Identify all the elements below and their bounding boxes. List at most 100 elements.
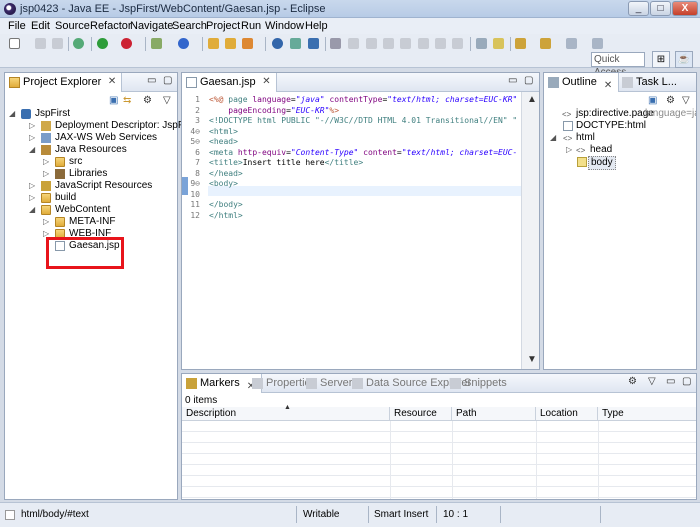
column-type[interactable]: Type — [598, 407, 696, 421]
menu-navigate[interactable]: Navigate — [130, 20, 173, 32]
code-line[interactable]: </html> — [209, 211, 243, 221]
next-annotation-icon[interactable] — [515, 38, 526, 49]
tab-snippets[interactable]: Snippets — [446, 374, 513, 393]
resume-icon[interactable] — [348, 38, 359, 49]
tab-project-explorer[interactable]: Project Explorer ✕ — [5, 73, 123, 92]
maximize-button[interactable]: □ — [650, 1, 671, 16]
step-into-icon[interactable] — [418, 38, 429, 49]
collapse-all-icon[interactable]: ▣ — [109, 95, 118, 106]
expand-toggle-icon[interactable]: ▷ — [29, 192, 35, 204]
suspend-icon[interactable] — [366, 38, 377, 49]
terminate-icon[interactable] — [383, 38, 394, 49]
menu-project[interactable]: Project — [206, 20, 240, 32]
column-location[interactable]: Location — [536, 407, 598, 421]
close-icon[interactable]: ✕ — [262, 76, 270, 87]
previous-annotation-icon[interactable] — [540, 38, 551, 49]
expand-toggle-icon[interactable]: ◢ — [550, 132, 556, 144]
expand-toggle-icon[interactable]: ▷ — [29, 132, 35, 144]
collapse-all-icon[interactable]: ▣ — [648, 95, 657, 106]
open-resource-icon[interactable] — [225, 38, 236, 49]
view-menu-icon[interactable]: ⚙ — [666, 95, 675, 106]
tab-task-list[interactable]: Task L... — [618, 73, 683, 92]
highlight-icon[interactable] — [493, 38, 504, 49]
step-over-icon[interactable] — [435, 38, 446, 49]
menu-edit[interactable]: Edit — [31, 20, 50, 32]
code-line[interactable]: pageEncoding="EUC-KR"%> — [209, 106, 339, 116]
menu-window[interactable]: Window — [265, 20, 304, 32]
code-line[interactable]: <html> — [209, 127, 238, 137]
maximize-view-icon[interactable]: ▢ — [682, 376, 691, 387]
new-icon[interactable] — [9, 38, 20, 49]
minimize-view-icon[interactable]: ▭ — [666, 376, 675, 387]
step-return-icon[interactable] — [452, 38, 463, 49]
build-icon[interactable] — [242, 38, 253, 49]
expand-toggle-icon[interactable]: ▷ — [43, 168, 49, 180]
save-icon[interactable] — [35, 38, 46, 49]
open-perspective-icon[interactable]: ⊞ — [652, 51, 670, 68]
expand-toggle-icon[interactable]: ◢ — [9, 108, 15, 120]
quick-access-input[interactable]: Quick Access — [591, 52, 645, 78]
print-icon[interactable] — [52, 38, 63, 49]
expand-toggle-icon[interactable]: ▷ — [29, 120, 35, 132]
code-line[interactable]: <meta http-equiv="Content-Type" content=… — [209, 148, 517, 158]
maximize-view-icon[interactable]: ▢ — [163, 75, 172, 86]
view-dropdown-icon[interactable]: ▽ — [682, 95, 690, 106]
menu-file[interactable]: File — [8, 20, 26, 32]
code-line[interactable]: <head> — [209, 137, 238, 147]
external-tools-icon[interactable] — [121, 38, 132, 49]
code-line[interactable]: <!DOCTYPE html PUBLIC "-//W3C//DTD HTML … — [209, 116, 517, 126]
close-window-button[interactable]: X — [672, 1, 698, 16]
tab-gaesan-jsp[interactable]: Gaesan.jsp ✕ — [182, 73, 277, 92]
tab-label: Task L... — [636, 76, 677, 88]
new-java-project-icon[interactable] — [151, 38, 162, 49]
menu-search[interactable]: Search — [172, 20, 207, 32]
monitor-icon[interactable] — [308, 38, 319, 49]
expand-toggle-icon[interactable]: ◢ — [29, 204, 35, 216]
maximize-view-icon[interactable]: ▢ — [524, 75, 533, 86]
open-type-icon[interactable] — [208, 38, 219, 49]
menu-help[interactable]: Help — [305, 20, 328, 32]
view-dropdown-icon[interactable]: ▽ — [163, 95, 171, 106]
view-menu-icon[interactable]: ⚙ — [628, 376, 637, 387]
fast-view-icon[interactable] — [5, 510, 15, 520]
scroll-up-icon[interactable]: ▲ — [527, 94, 537, 105]
forward-icon[interactable] — [592, 38, 603, 49]
scroll-down-icon[interactable]: ▼ — [527, 354, 537, 365]
menu-refactor[interactable]: Refactor — [90, 20, 132, 32]
view-dropdown-icon[interactable]: ▽ — [648, 376, 656, 387]
debug-icon[interactable] — [73, 38, 84, 49]
menu-run[interactable]: Run — [241, 20, 261, 32]
expand-toggle-icon[interactable]: ◢ — [29, 144, 35, 156]
back-icon[interactable] — [566, 38, 577, 49]
disconnect-icon[interactable] — [400, 38, 411, 49]
globe-icon[interactable] — [272, 38, 283, 49]
close-icon[interactable]: ✕ — [108, 76, 116, 87]
java-ee-perspective-icon[interactable]: ☕ — [675, 51, 693, 68]
vertical-scrollbar[interactable]: ▲ ▼ — [521, 92, 539, 369]
code-line[interactable]: <%@ page language="java" contentType="te… — [209, 95, 517, 105]
expand-toggle-icon[interactable]: ▷ — [43, 156, 49, 168]
new-class-icon[interactable] — [178, 38, 189, 49]
run-icon[interactable] — [97, 38, 108, 49]
server-icon[interactable] — [290, 38, 301, 49]
link-with-editor-icon[interactable]: ⇆ — [123, 95, 131, 106]
code-line[interactable]: </head> — [209, 169, 243, 179]
menu-source[interactable]: Source — [55, 20, 90, 32]
minimize-view-icon[interactable]: ▭ — [508, 75, 517, 86]
close-icon[interactable]: ✕ — [604, 80, 612, 91]
minimize-view-icon[interactable]: ▭ — [147, 75, 156, 86]
skip-breakpoints-icon[interactable] — [330, 38, 341, 49]
view-menu-icon[interactable]: ⚙ — [143, 95, 152, 106]
expand-toggle-icon[interactable]: ▷ — [43, 216, 49, 228]
column-resource[interactable]: Resource — [390, 407, 452, 421]
column-path[interactable]: Path — [452, 407, 536, 421]
minimize-button[interactable]: _ — [628, 1, 649, 16]
expand-toggle-icon[interactable]: ▷ — [29, 180, 35, 192]
code-line[interactable]: <title>Insert title here</title> — [209, 158, 363, 168]
tab-outline[interactable]: Outline ✕ — [544, 73, 620, 92]
code-line[interactable]: <body> — [209, 179, 238, 189]
code-line[interactable]: </body> — [209, 200, 243, 210]
outline-item-directive[interactable]: <> jsp:directive.page language=java — [546, 108, 696, 120]
toggle-mark-icon[interactable] — [476, 38, 487, 49]
expand-toggle-icon[interactable]: ▷ — [566, 144, 572, 156]
